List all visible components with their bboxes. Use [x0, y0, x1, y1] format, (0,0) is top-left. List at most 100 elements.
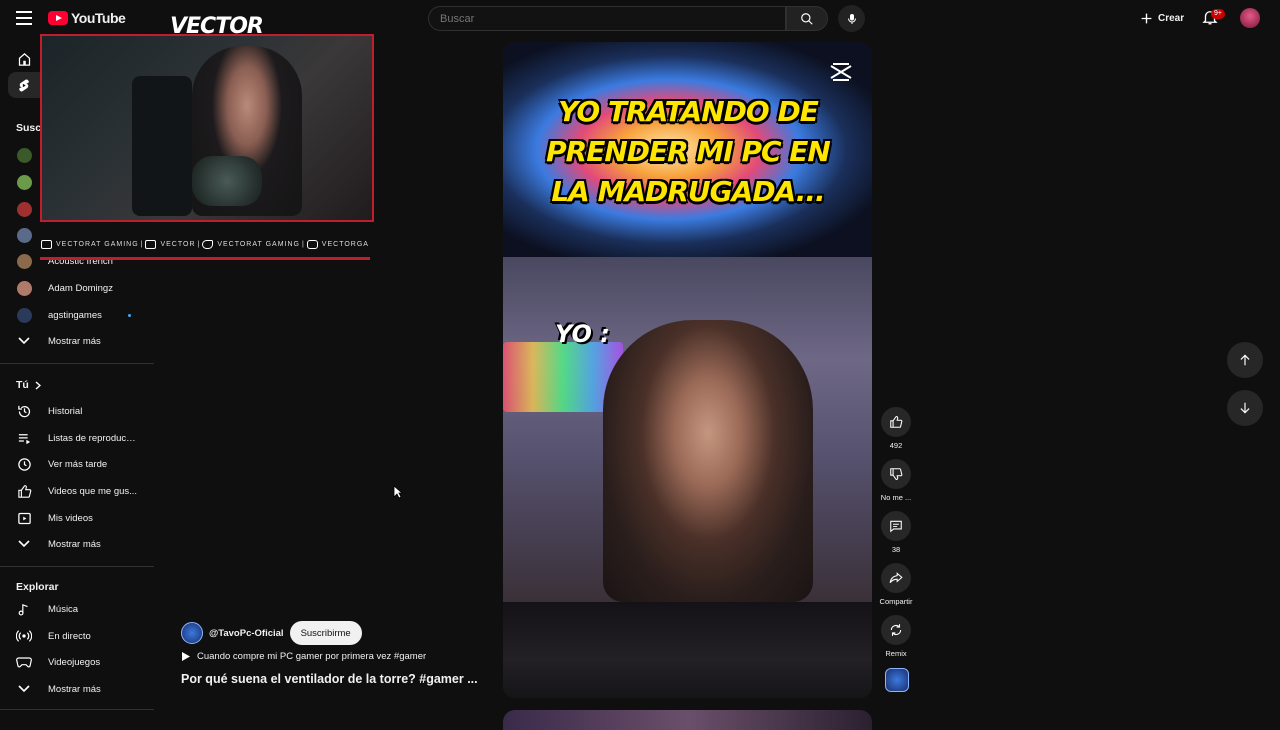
short-title[interactable]: Por qué suena el ventilador de la torre?… — [181, 672, 481, 686]
like-count: 492 — [889, 441, 903, 450]
remix-label: Remix — [885, 649, 907, 658]
short-video-player[interactable]: YO TRATANDO DE PRENDER MI PC EN LA MADRU… — [503, 42, 872, 698]
playlists-icon — [16, 430, 32, 446]
sidebar-item-your-videos[interactable]: Mis videos — [0, 505, 154, 531]
like-button[interactable] — [881, 407, 911, 437]
plus-icon — [1141, 13, 1152, 24]
create-label: Crear — [1158, 13, 1185, 24]
account-avatar[interactable] — [1240, 8, 1260, 28]
divider — [0, 709, 154, 710]
subscribe-button[interactable]: Suscribirme — [289, 621, 362, 645]
search-box — [428, 6, 786, 31]
thumbs-up-icon — [16, 483, 32, 499]
channel-label: agstingames — [48, 309, 102, 321]
comments-button[interactable] — [881, 511, 911, 541]
search-icon — [801, 12, 813, 25]
dislike-button[interactable] — [881, 459, 911, 489]
remix-button[interactable] — [881, 615, 911, 645]
short-channel-thumbnail[interactable] — [885, 668, 909, 692]
create-button[interactable]: Crear — [1134, 6, 1190, 31]
next-short-preview[interactable] — [503, 710, 872, 730]
gaming-icon — [16, 654, 32, 670]
separator: | — [140, 241, 144, 248]
sidebar-item-history[interactable]: Historial — [0, 398, 154, 424]
channel-avatar — [16, 280, 32, 296]
show-more-label: Mostrar más — [48, 683, 101, 695]
channel-avatar — [16, 307, 32, 323]
channel-avatar — [16, 174, 32, 190]
video-caption: YO TRATANDO DE PRENDER MI PC EN LA MADRU… — [546, 95, 831, 208]
video-frame-bottom — [503, 602, 872, 698]
thumbs-up-icon — [890, 416, 903, 428]
comment-count: 38 — [891, 545, 901, 554]
short-channel-name[interactable]: @TavoPc-Oficial — [209, 628, 284, 639]
share-button[interactable] — [881, 563, 911, 593]
sidebar-item-label: Videos que me gus... — [48, 485, 138, 497]
dislike-action[interactable]: No me ... — [878, 459, 914, 502]
overlay-social-youtube: VECTORAT GAMING — [40, 240, 139, 249]
sidebar-item-gaming[interactable]: Videojuegos — [0, 649, 154, 675]
show-more-explore[interactable]: Mostrar más — [0, 676, 154, 702]
comment-icon — [890, 520, 902, 533]
channel-avatar — [16, 253, 32, 269]
twitter-icon — [202, 240, 214, 249]
show-more-subscriptions[interactable]: Mostrar más — [0, 328, 154, 354]
voice-search-button[interactable] — [838, 5, 865, 32]
sidebar-item-music[interactable]: Música — [0, 596, 154, 622]
play-icon — [182, 652, 190, 661]
sidebar-item-playlists[interactable]: Listas de reproducc... — [0, 425, 154, 451]
home-icon — [16, 51, 32, 67]
search-button[interactable] — [786, 6, 828, 31]
youtube-logo[interactable]: YouTube — [48, 10, 126, 26]
webcam-chair — [132, 76, 192, 216]
overlay-social-label: VECTORAT GAMING — [217, 241, 300, 248]
overlay-social-label: VECTOR — [160, 241, 196, 248]
share-action[interactable]: Compartir — [878, 563, 914, 606]
subscriptions-heading[interactable]: Susc — [16, 122, 41, 134]
chevron-down-icon — [16, 536, 32, 552]
sidebar-channel-adam-domingz[interactable]: Adam Domingz — [0, 275, 154, 301]
youtube-icon — [40, 240, 52, 249]
remix-action[interactable]: Remix — [878, 615, 914, 658]
like-action[interactable]: 492 — [878, 407, 914, 450]
sidebar-item-label: Historial — [48, 405, 83, 417]
next-short-button[interactable] — [1227, 390, 1263, 426]
shorts-icon — [16, 77, 32, 93]
short-music-link[interactable]: Cuando compre mi PC gamer por primera ve… — [181, 651, 426, 662]
new-content-dot — [128, 313, 131, 317]
your-videos-icon — [16, 510, 32, 526]
channel-avatar — [16, 201, 32, 217]
overlay-social-bar: VECTORAT GAMING | VECTOR | VECTORAT GAMI… — [40, 232, 370, 260]
logo-text: YouTube — [71, 10, 126, 26]
overlay-social-label: VECTORAT GAMING — [55, 241, 139, 248]
previous-short-button[interactable] — [1227, 342, 1263, 378]
divider — [0, 566, 154, 567]
remix-icon — [890, 624, 902, 636]
overlay-social-twitch: VECTOR — [145, 240, 195, 249]
short-channel-avatar[interactable] — [181, 622, 203, 644]
short-info: @TavoPc-Oficial Suscribirme Cuando compr… — [181, 621, 501, 686]
music-icon — [16, 601, 32, 617]
show-more-label: Mostrar más — [48, 538, 101, 550]
comments-action[interactable]: 38 — [878, 511, 914, 554]
twitch-icon — [145, 240, 157, 249]
instagram-icon — [306, 240, 318, 249]
search-input[interactable] — [429, 7, 785, 30]
menu-icon[interactable] — [16, 11, 32, 25]
watch-later-icon — [16, 456, 32, 472]
sidebar-channel-agstingames[interactable]: agstingames — [0, 302, 154, 328]
sidebar-item-label: En directo — [48, 630, 91, 642]
youtube-play-icon — [48, 11, 68, 25]
sidebar-item-liked-videos[interactable]: Videos que me gus... — [0, 478, 154, 504]
sidebar-item-watch-later[interactable]: Ver más tarde — [0, 451, 154, 477]
webcam-overlay — [40, 34, 374, 222]
history-icon — [16, 403, 32, 419]
you-section-link[interactable]: Tú — [16, 379, 41, 391]
sidebar-item-live[interactable]: En directo — [0, 623, 154, 649]
share-icon — [889, 572, 903, 583]
you-heading: Tú — [16, 379, 29, 391]
overlay-social-label: VECTORGA — [321, 241, 369, 248]
chevron-down-icon — [16, 681, 32, 697]
channel-avatar — [16, 227, 32, 243]
show-more-you[interactable]: Mostrar más — [0, 531, 154, 557]
